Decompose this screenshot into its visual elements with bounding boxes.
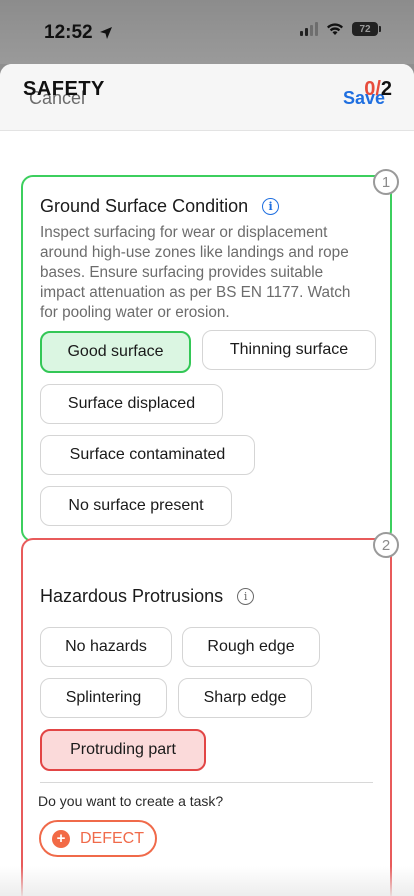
status-icons: 72 [300,22,381,36]
status-time: 12:52 [44,22,113,44]
create-task-question: Do you want to create a task? [38,793,224,809]
question-number-badge: 2 [373,532,399,558]
option-splintering[interactable]: Splintering [40,678,167,718]
divider [40,782,373,783]
location-arrow-icon [99,27,112,39]
option-surface-displaced[interactable]: Surface displaced [40,384,223,424]
section-progress-done: 0 [364,78,376,100]
question-title: Hazardous Protrusions i [40,586,255,607]
bottom-fade [0,866,414,896]
wifi-icon [327,23,343,35]
question-title: Ground Surface Condition i [40,196,280,217]
cellular-signal-icon [300,22,318,36]
battery-level: 72 [359,23,371,35]
option-thinning-surface[interactable]: Thinning surface [202,330,376,370]
option-rough-edge[interactable]: Rough edge [182,627,320,667]
option-sharp-edge[interactable]: Sharp edge [178,678,312,718]
create-defect-label: DEFECT [80,829,144,847]
status-bar: 12:52 72 [0,0,414,64]
question-title-text: Ground Surface Condition [40,196,249,216]
question-number-badge: 1 [373,169,399,195]
status-time-text: 12:52 [44,22,93,43]
option-no-surface-present[interactable]: No surface present [40,486,232,526]
option-no-hazards[interactable]: No hazards [40,627,172,667]
option-protruding-part[interactable]: Protruding part [40,729,206,771]
section-progress: 0/2 [364,78,392,101]
create-defect-button[interactable]: + DEFECT [39,820,157,857]
option-good-surface[interactable]: Good surface [40,331,191,373]
section-progress-total: 2 [380,78,392,100]
question-description: Inspect surfacing for wear or displaceme… [40,224,351,321]
section-title: SAFETY [23,78,105,100]
battery-icon: 72 [352,22,381,36]
option-surface-contaminated[interactable]: Surface contaminated [40,435,255,475]
question-title-text: Hazardous Protrusions [40,586,224,606]
question-card-ground-surface: 1 Ground Surface Condition i Inspect sur… [21,169,399,542]
info-icon[interactable]: i [237,588,255,605]
info-icon[interactable]: i [262,198,280,215]
plus-circle-icon: + [52,829,70,848]
